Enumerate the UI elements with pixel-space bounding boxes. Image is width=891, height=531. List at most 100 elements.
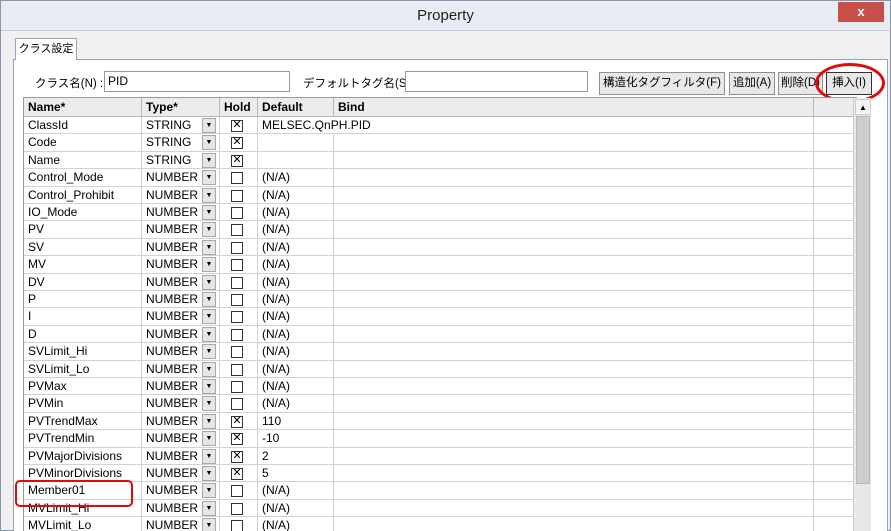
triangle-down-icon[interactable]: ▼ [202,309,216,325]
table-row[interactable]: MVLimit_Hi NUMBER ▼ (N/A) [24,499,856,518]
cell-name[interactable]: Name [24,151,142,169]
table-row[interactable]: ClassId STRING ▼ ✕ MELSEC.QnPH.PID [24,117,856,135]
cell-bind[interactable] [334,151,814,169]
triangle-down-icon[interactable]: ▼ [202,187,216,203]
triangle-down-icon[interactable]: ▼ [202,292,216,307]
cell-default[interactable]: (N/A) [258,186,334,204]
cell-bind[interactable] [334,517,814,531]
hold-checkbox[interactable]: ✕ [231,468,243,480]
cell-name[interactable]: PVMax [24,378,142,395]
cell-bind[interactable] [334,291,814,308]
cell-bind[interactable] [334,343,814,361]
cell-bind[interactable] [334,395,814,413]
triangle-down-icon[interactable]: ▼ [202,500,216,516]
cell-bind[interactable] [334,499,814,517]
cell-default[interactable]: (N/A) [258,238,334,256]
cell-bind[interactable] [334,169,814,187]
hold-checkbox[interactable] [231,363,243,376]
cell-bind[interactable] [334,221,814,239]
cell-bind[interactable] [334,238,814,256]
cell-default[interactable]: (N/A) [258,256,334,274]
triangle-down-icon[interactable]: ▼ [202,118,216,133]
table-row[interactable]: Control_Mode NUMBER ▼ (N/A) [24,169,856,187]
column-header-type[interactable]: Type* [142,98,220,117]
cell-default[interactable]: (N/A) [258,360,334,378]
table-row[interactable]: P NUMBER ▼ (N/A) [24,291,856,309]
cell-bind[interactable] [334,412,814,430]
triangle-down-icon[interactable]: ▼ [202,135,216,151]
cell-default[interactable]: 110 [258,412,334,430]
cell-name[interactable]: P [24,291,142,308]
triangle-down-icon[interactable]: ▼ [202,466,216,481]
cell-name[interactable]: PVTrendMin [24,430,142,448]
cell-default[interactable]: (N/A) [258,308,334,326]
tab-class-settings[interactable]: クラス設定 [15,38,77,60]
table-row[interactable]: D NUMBER ▼ (N/A) [24,325,856,344]
cell-default[interactable]: (N/A) [258,291,334,308]
hold-checkbox[interactable] [231,485,243,498]
cell-default[interactable]: (N/A) [258,325,334,343]
cell-default[interactable]: 5 [258,465,334,482]
column-header-default[interactable]: Default [258,98,334,117]
cell-name[interactable]: DV [24,273,142,291]
cell-default[interactable]: (N/A) [258,273,334,291]
cell-default[interactable]: (N/A) [258,517,334,531]
cell-default[interactable]: (N/A) [258,378,334,395]
table-row[interactable]: SVLimit_Hi NUMBER ▼ (N/A) [24,343,856,361]
cell-name[interactable]: MVLimit_Hi [24,499,142,517]
insert-button[interactable]: 挿入(I) [826,72,872,95]
column-header-name[interactable]: Name* [24,98,142,117]
cell-bind[interactable] [334,117,814,134]
cell-name[interactable]: D [24,325,142,343]
hold-checkbox[interactable] [231,311,243,324]
cell-name[interactable]: SVLimit_Hi [24,343,142,361]
hold-checkbox[interactable]: ✕ [231,415,243,428]
triangle-down-icon[interactable]: ▼ [202,413,216,429]
triangle-down-icon[interactable]: ▼ [202,205,216,220]
triangle-down-icon[interactable]: ▼ [202,431,216,447]
hold-checkbox[interactable] [231,328,243,341]
cell-default[interactable]: 2 [258,447,334,465]
delete-button[interactable]: 削除(D) [778,72,823,95]
hold-checkbox[interactable]: ✕ [231,120,243,132]
cell-name[interactable]: PVMajorDivisions [24,447,142,465]
cell-name[interactable]: Control_Prohibit [24,186,142,204]
cell-bind[interactable] [334,447,814,465]
triangle-down-icon[interactable]: ▼ [202,170,216,186]
cell-name[interactable]: SVLimit_Lo [24,360,142,378]
table-row[interactable]: PVMinorDivisions NUMBER ▼ ✕ 5 [24,465,856,483]
triangle-down-icon[interactable]: ▼ [202,152,216,168]
triangle-down-icon[interactable]: ▼ [202,361,216,377]
triangle-down-icon[interactable]: ▼ [202,257,216,273]
triangle-down-icon[interactable]: ▼ [202,379,216,394]
cell-default[interactable]: (N/A) [258,395,334,413]
cell-name[interactable]: PVTrendMax [24,412,142,430]
cell-bind[interactable] [334,134,814,152]
default-tag-input[interactable] [405,71,588,92]
cell-name[interactable]: Control_Mode [24,169,142,187]
triangle-down-icon[interactable]: ▼ [202,326,216,342]
cell-name[interactable]: Code [24,134,142,152]
cell-name[interactable]: MV [24,256,142,274]
column-header-hold[interactable]: Hold [220,98,258,117]
cell-name[interactable]: MVLimit_Lo [24,517,142,531]
triangle-down-icon[interactable]: ▼ [202,239,216,255]
cell-name[interactable]: I [24,308,142,326]
triangle-down-icon[interactable]: ▼ [202,483,216,499]
hold-checkbox[interactable] [231,276,243,289]
table-row[interactable]: PV NUMBER ▼ (N/A) [24,221,856,239]
add-button[interactable]: 追加(A) [729,72,775,95]
cell-name[interactable]: ClassId [24,117,142,134]
cell-default[interactable] [258,134,334,152]
triangle-up-icon[interactable]: ▲ [855,99,871,115]
cell-default[interactable]: (N/A) [258,482,334,500]
hold-checkbox[interactable]: ✕ [231,433,243,446]
close-button[interactable]: x [838,2,884,22]
cell-default[interactable]: (N/A) [258,343,334,361]
cell-name[interactable]: SV [24,238,142,256]
triangle-down-icon[interactable]: ▼ [202,344,216,360]
cell-bind[interactable] [334,325,814,343]
cell-default[interactable]: (N/A) [258,169,334,187]
hold-checkbox[interactable] [231,398,243,411]
cell-name[interactable]: IO_Mode [24,204,142,221]
